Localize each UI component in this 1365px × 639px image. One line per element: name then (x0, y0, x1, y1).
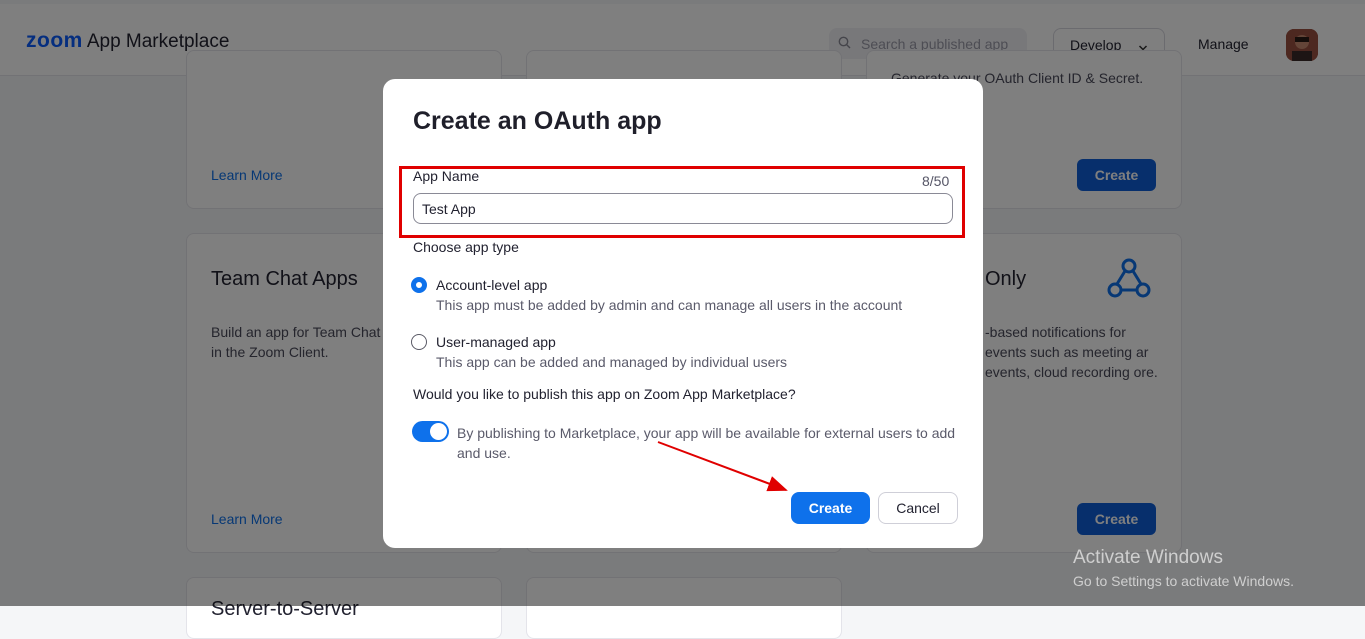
watermark-line2: Go to Settings to activate Windows. (1073, 573, 1294, 589)
account-level-description: This app must be added by admin and can … (436, 297, 903, 313)
create-oauth-app-dialog: Create an OAuth app App Name 8/50 Choose… (383, 79, 983, 548)
user-managed-label[interactable]: User-managed app (436, 334, 556, 350)
toggle-knob (430, 423, 447, 440)
publish-question: Would you like to publish this app on Zo… (413, 386, 796, 402)
app-name-char-counter: 8/50 (922, 173, 950, 189)
app-type-label: Choose app type (413, 239, 519, 255)
watermark-line1: Activate Windows (1073, 547, 1223, 568)
cancel-button[interactable]: Cancel (878, 492, 958, 524)
publish-description: By publishing to Marketplace, your app w… (457, 425, 956, 461)
user-managed-radio[interactable] (411, 334, 427, 350)
account-level-label[interactable]: Account-level app (436, 277, 547, 293)
user-managed-description: This app can be added and managed by ind… (436, 354, 788, 370)
activate-windows-watermark: Activate Windows Go to Settings to activ… (1073, 547, 1294, 589)
app-name-label: App Name (413, 168, 480, 184)
create-button[interactable]: Create (791, 492, 870, 524)
app-name-input[interactable] (413, 193, 953, 224)
dialog-title: Create an OAuth app (413, 107, 662, 135)
publish-toggle[interactable] (412, 421, 449, 442)
account-level-radio[interactable] (411, 277, 427, 293)
